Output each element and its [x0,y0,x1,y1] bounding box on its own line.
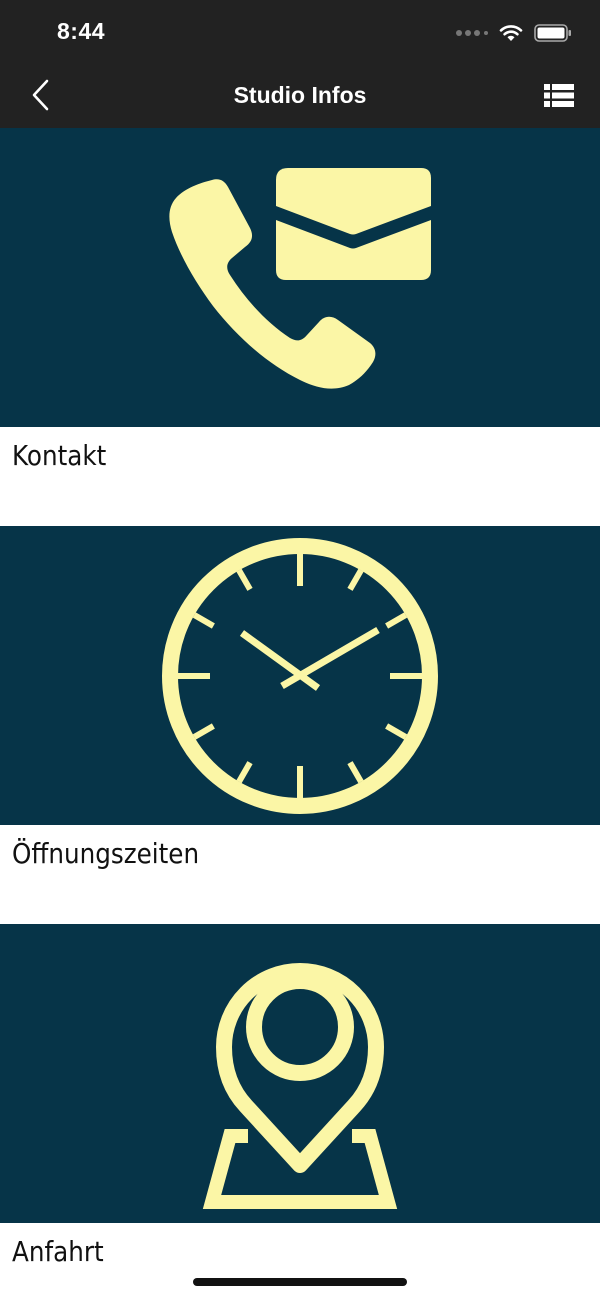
tile-kontakt-label: Kontakt [12,439,107,472]
map-pin-icon [202,963,398,1209]
status-bar: 8:44 [0,0,600,64]
navigation-bar: Studio Infos [0,64,600,128]
tile-oeffnungszeiten-image [0,526,600,825]
home-indicator[interactable] [193,1278,407,1286]
page-title: Studio Infos [233,82,367,108]
wifi-icon [499,25,523,41]
list-view-button[interactable] [534,80,574,112]
tile-oeffnungszeiten[interactable]: Öffnungszeiten [0,526,600,924]
status-time: 8:44 [57,18,106,44]
tile-anfahrt-label: Anfahrt [12,1235,104,1268]
app-screen: 8:44 Studio Infos Kontakt Öffnungszeiten… [0,0,600,1299]
clock-icon [162,538,438,814]
status-indicators [456,20,572,46]
tile-kontakt-caption: Kontakt [0,427,600,526]
tile-kontakt-image [0,128,600,427]
tile-anfahrt[interactable]: Anfahrt [0,924,600,1299]
tile-oeffnungszeiten-label: Öffnungszeiten [12,837,200,870]
chevron-left-icon [32,79,49,111]
info-tile-list: Kontakt Öffnungszeiten Anfahrt [0,128,600,1299]
back-button[interactable] [22,76,62,116]
tile-kontakt[interactable]: Kontakt [0,128,600,526]
signal-dots-icon [456,30,488,36]
tile-oeffnungszeiten-caption: Öffnungszeiten [0,825,600,924]
battery-icon [534,24,571,42]
tile-anfahrt-caption: Anfahrt [0,1223,600,1299]
phone-mail-icon [169,168,431,389]
list-view-icon [544,84,574,107]
tile-anfahrt-image [0,924,600,1223]
